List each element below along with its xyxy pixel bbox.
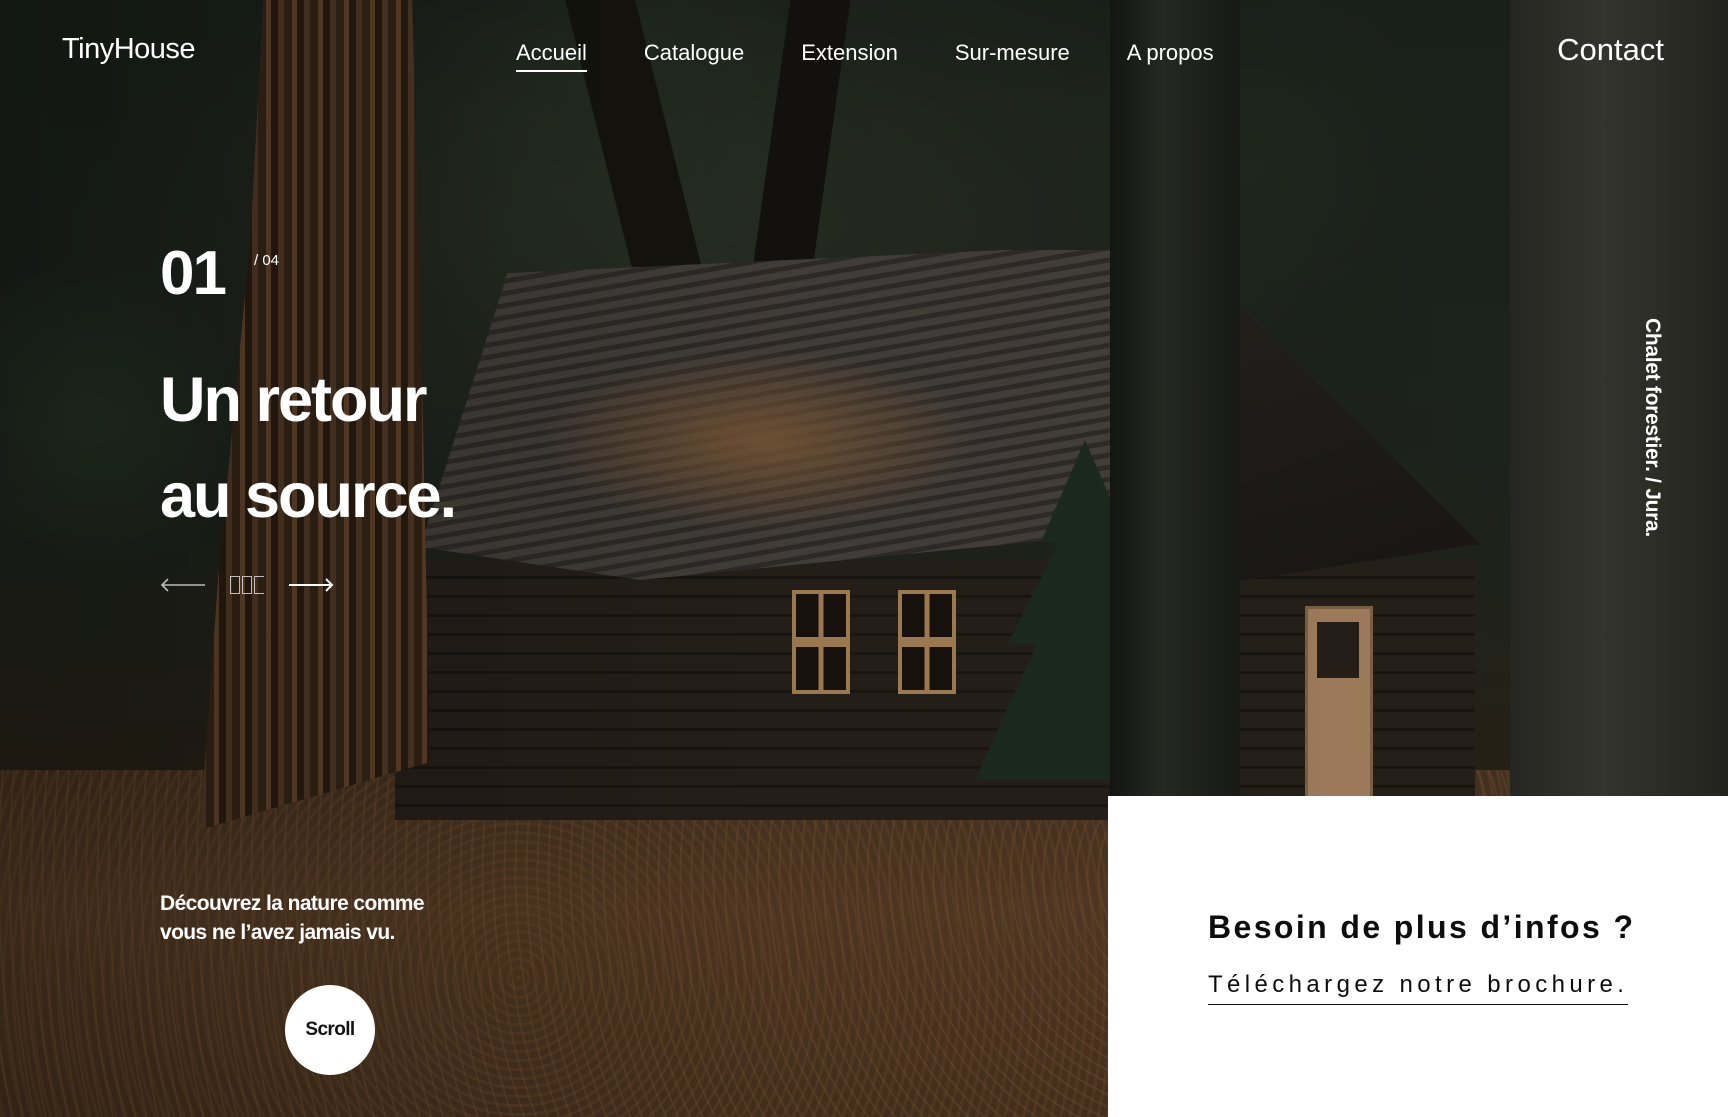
slide-indicator [230,576,264,594]
brochure-download-link[interactable]: Téléchargez notre brochure. [1208,971,1629,1005]
hero-tagline: Découvrez la nature comme vous ne l’avez… [160,889,490,947]
slide-total-number: / 04 [254,252,280,269]
nav-item-catalogue[interactable]: Catalogue [644,40,744,72]
main-nav: Accueil Catalogue Extension Sur-mesure A… [516,40,1271,72]
nav-item-sur-mesure[interactable]: Sur-mesure [955,40,1070,72]
location-label: Chalet forestier. / Jura. [1641,318,1664,537]
tagline-line-1: Découvrez la nature comme [160,892,425,915]
arrow-right-icon[interactable] [288,570,334,600]
slide-dot[interactable] [230,576,240,594]
hero-title-line-1: Un retour [160,365,427,435]
brochure-title: Besoin de plus d’infos ? [1208,909,1636,945]
contact-link[interactable]: Contact [1557,32,1664,68]
nav-item-a-propos[interactable]: A propos [1127,40,1214,72]
nav-item-accueil[interactable]: Accueil [516,40,587,72]
slider-controls [160,570,334,600]
hero-title-line-2: au source. [160,461,457,531]
arrow-left-icon[interactable] [160,570,206,600]
hero-title: Un retour au source. [160,352,457,544]
slide-dot[interactable] [242,576,252,594]
brochure-card: Besoin de plus d’infos ? Téléchargez not… [1108,796,1728,1117]
site-logo[interactable]: TinyHouse [62,33,196,66]
slide-current-number: 01 [160,239,227,308]
slide-dot[interactable] [254,576,264,594]
nav-item-extension[interactable]: Extension [801,40,898,72]
scroll-button[interactable]: Scroll [285,985,375,1075]
tagline-line-2: vous ne l’avez jamais vu. [160,921,395,944]
